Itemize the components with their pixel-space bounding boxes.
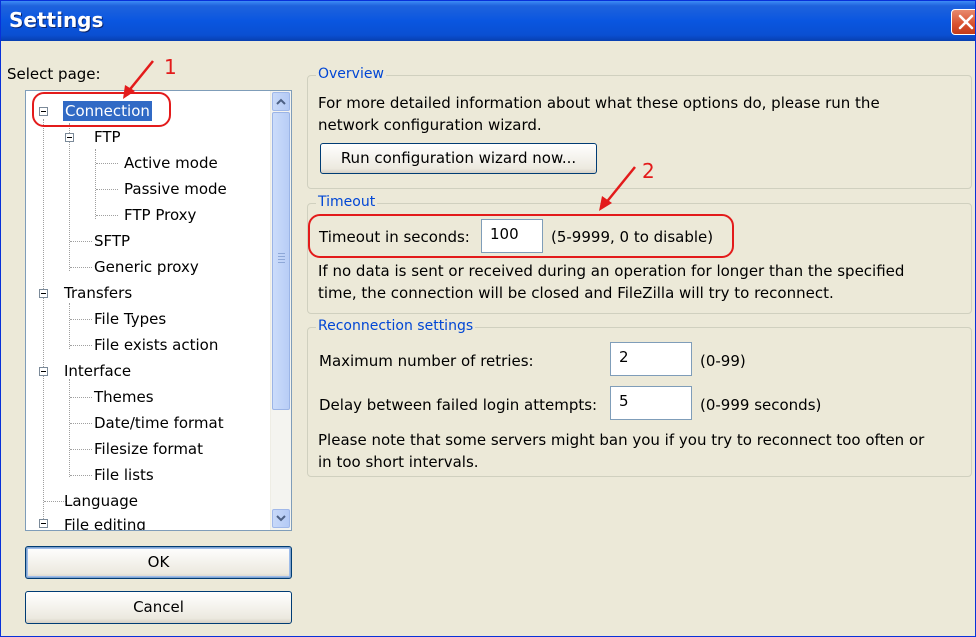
tree-line <box>70 397 92 398</box>
annotation-marker-2: 2 <box>642 159 655 183</box>
title-bar[interactable]: Settings <box>1 1 975 41</box>
tree-line <box>43 119 44 523</box>
cancel-button[interactable]: Cancel <box>25 591 292 624</box>
tree-line <box>70 319 92 320</box>
tree-item-transfers[interactable]: Transfers <box>64 283 132 303</box>
annotation-arrow-1-icon <box>123 60 154 99</box>
tree-item-filesize-format[interactable]: Filesize format <box>94 439 203 459</box>
delay-hint: (0-999 seconds) <box>700 396 822 414</box>
tree-line <box>70 241 92 242</box>
tree-line <box>70 449 92 450</box>
tree-scrollbar[interactable] <box>270 91 291 530</box>
overview-title: Overview <box>316 66 386 82</box>
reconnection-note-line2: in too short intervals. <box>318 453 479 471</box>
tree-item-file-lists[interactable]: File lists <box>94 465 154 485</box>
tree-item-themes[interactable]: Themes <box>94 387 154 407</box>
timeout-input[interactable]: 100 <box>481 219 543 253</box>
collapse-icon[interactable] <box>39 367 48 376</box>
tree-item-date-time-format[interactable]: Date/time format <box>94 413 224 433</box>
tree-item-file-exists-action[interactable]: File exists action <box>94 335 218 355</box>
timeout-desc-line1: If no data is sent or received during an… <box>318 262 905 280</box>
tree-item-ftp-proxy[interactable]: FTP Proxy <box>124 205 196 225</box>
tree-line <box>70 475 92 476</box>
tree-line <box>69 123 70 271</box>
tree-item-connection[interactable]: Connection <box>63 101 152 121</box>
collapse-icon[interactable] <box>39 289 48 298</box>
chevron-up-icon <box>276 98 286 105</box>
ok-button[interactable]: OK <box>25 546 292 579</box>
tree-item-interface[interactable]: Interface <box>64 361 131 381</box>
tree-item-generic-proxy[interactable]: Generic proxy <box>94 257 199 277</box>
scroll-down-button[interactable] <box>272 509 290 528</box>
retries-label: Maximum number of retries: <box>319 352 534 370</box>
close-button[interactable] <box>951 9 975 35</box>
close-icon <box>958 14 974 30</box>
page-tree[interactable]: Connection FTP Active mode Passive mode … <box>25 90 292 531</box>
tree-item-sftp[interactable]: SFTP <box>94 231 130 251</box>
chevron-down-icon <box>276 515 286 522</box>
tree-item-ftp[interactable]: FTP <box>94 127 121 147</box>
tree-item-file-types[interactable]: File Types <box>94 309 166 329</box>
select-page-label: Select page: <box>7 65 101 83</box>
settings-dialog: Settings Select page: Connection FTP Act… <box>0 0 976 637</box>
tree-line <box>69 379 70 477</box>
tree-item-file-editing[interactable]: File editing <box>64 515 146 530</box>
retries-hint: (0-99) <box>700 352 746 370</box>
annotation-arrow-2-icon <box>599 166 636 211</box>
timeout-title: Timeout <box>316 194 378 210</box>
overview-text-line1: For more detailed information about what… <box>318 94 880 112</box>
tree-line <box>70 267 92 268</box>
annotation-marker-1: 1 <box>164 55 177 79</box>
tree-item-language[interactable]: Language <box>64 491 138 511</box>
tree-line <box>70 345 92 346</box>
reconnection-title: Reconnection settings <box>316 318 476 334</box>
scroll-thumb[interactable] <box>272 112 290 410</box>
timeout-desc-line2: time, the connection will be closed and … <box>318 284 834 302</box>
tree-line <box>69 303 70 349</box>
tree-item-passive-mode[interactable]: Passive mode <box>124 179 227 199</box>
collapse-icon[interactable] <box>39 107 48 116</box>
retries-input[interactable]: 2 <box>610 342 692 376</box>
collapse-icon[interactable] <box>39 519 48 528</box>
reconnection-note-line1: Please note that some servers might ban … <box>318 431 925 449</box>
tree-item-active-mode[interactable]: Active mode <box>124 153 218 173</box>
timeout-hint: (5-9999, 0 to disable) <box>551 228 714 246</box>
tree-line <box>96 215 118 216</box>
run-wizard-button[interactable]: Run configuration wizard now... <box>320 143 597 174</box>
tree-line <box>44 501 66 502</box>
collapse-icon[interactable] <box>65 133 74 142</box>
tree-line <box>96 189 118 190</box>
tree-line <box>96 163 118 164</box>
delay-input[interactable]: 5 <box>610 386 692 420</box>
tree-line <box>70 423 92 424</box>
scroll-up-button[interactable] <box>272 92 290 111</box>
timeout-label: Timeout in seconds: <box>319 228 470 246</box>
tree-line <box>95 149 96 219</box>
window-title: Settings <box>9 8 104 32</box>
delay-label: Delay between failed login attempts: <box>319 396 598 414</box>
overview-text-line2: network configuration wizard. <box>318 116 542 134</box>
